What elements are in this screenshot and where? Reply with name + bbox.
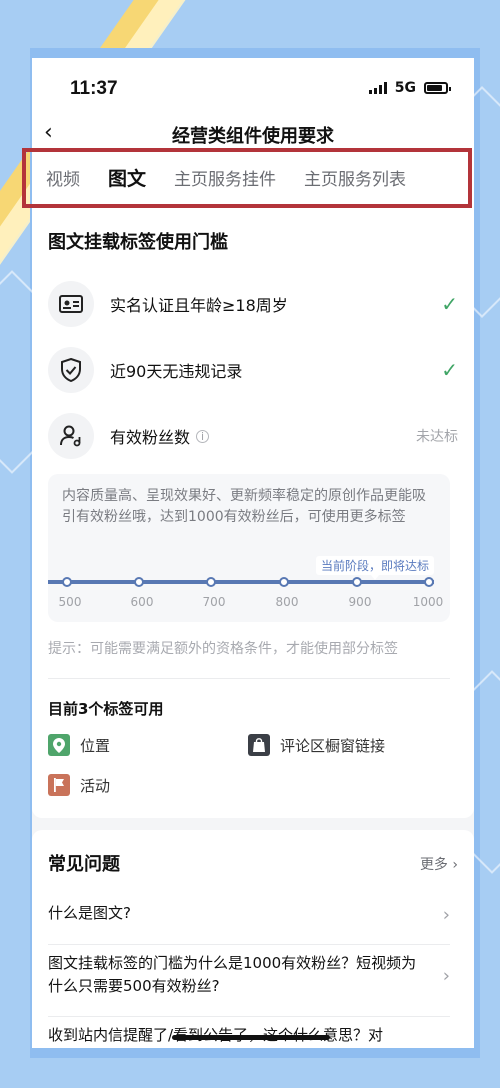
progress-dot — [279, 577, 289, 587]
progress-track — [48, 577, 434, 587]
nav-bar: ‹ 经营类组件使用要求 — [32, 118, 474, 150]
tag-comment-shop-link: 评论区橱窗链接 — [248, 734, 385, 756]
threshold-card: 图文挂载标签使用门槛 实名认证且年龄≥18周岁 ✓ 近90天无违规记录 ✓ 有效… — [32, 204, 474, 818]
signal-icon — [368, 82, 387, 94]
card-title: 图文挂载标签使用门槛 — [48, 232, 228, 253]
progress-dot — [206, 577, 216, 587]
tick-label: 500 — [58, 595, 82, 609]
info-icon[interactable]: i — [196, 429, 210, 443]
tick-label: 700 — [202, 595, 226, 609]
more-label: 更多 — [419, 857, 448, 873]
location-icon — [48, 734, 70, 756]
progress-dot — [352, 577, 362, 587]
faq-more-link[interactable]: 更多 › — [420, 854, 458, 874]
progress-dot — [62, 577, 72, 587]
requirement-label: 近90天无违规记录 — [110, 362, 243, 381]
tick-label: 600 — [130, 595, 154, 609]
status-not-met: 未达标 — [416, 429, 458, 445]
faq-item[interactable]: 图文挂载标签的门槛为什么是1000有效粉丝？短视频为什么只需要500有效粉丝? … — [48, 952, 450, 1000]
requirement-no-violation: 近90天无违规记录 ✓ — [48, 346, 458, 394]
fans-progress-panel: 内容质量高、呈现效果好、更新频率稳定的原创作品更能吸引有效粉丝哦，达到1000有… — [48, 474, 450, 622]
shield-check-icon — [48, 347, 94, 393]
flag-icon — [48, 774, 70, 796]
tick-label: 1000 — [412, 595, 444, 609]
divider — [48, 678, 450, 679]
chevron-right-icon: › — [442, 904, 450, 926]
faq-item[interactable]: 什么是图文? › — [48, 902, 450, 928]
progress-dot — [134, 577, 144, 587]
progress-dot — [424, 577, 434, 587]
status-bar: 11:37 5G — [32, 58, 474, 118]
divider — [48, 944, 450, 945]
stage-tooltip: 当前阶段，即将达标 — [315, 556, 434, 580]
chevron-right-icon: › — [442, 965, 450, 987]
progress-description: 内容质量高、呈现效果好、更新频率稳定的原创作品更能吸引有效粉丝哦，达到1000有… — [62, 488, 426, 525]
requirement-label: 有效粉丝数 — [110, 428, 191, 447]
tag-label: 位置 — [80, 736, 111, 755]
user-follow-icon — [48, 413, 94, 459]
shopping-bag-icon — [248, 734, 270, 756]
requirement-real-name: 实名认证且年龄≥18周岁 ✓ — [48, 280, 458, 328]
tag-location: 位置 — [48, 734, 110, 756]
tick-label: 900 — [348, 595, 372, 609]
battery-icon — [424, 82, 451, 94]
divider — [48, 1016, 450, 1017]
available-tags-title: 目前3个标签可用 — [48, 700, 164, 718]
faq-card: 常见问题 更多 › 什么是图文? › 图文挂载标签的门槛为什么是1000有效粉丝… — [32, 830, 474, 1048]
tag-activity: 活动 — [48, 774, 110, 796]
tag-label: 活动 — [80, 776, 111, 795]
requirement-fans: 有效粉丝数 i 未达标 — [48, 412, 458, 460]
faq-question: 什么是图文? — [48, 904, 131, 922]
faq-title: 常见问题 — [48, 854, 120, 875]
home-indicator — [172, 1035, 330, 1040]
check-icon: ✓ — [441, 358, 458, 382]
faq-question: 图文挂载标签的门槛为什么是1000有效粉丝？短视频为什么只需要500有效粉丝? — [48, 954, 417, 995]
highlight-box — [22, 148, 472, 208]
tag-label: 评论区橱窗链接 — [280, 736, 386, 755]
check-icon: ✓ — [441, 292, 458, 316]
id-card-icon — [48, 281, 94, 327]
requirement-label: 实名认证且年龄≥18周岁 — [110, 296, 288, 315]
status-time: 11:37 — [70, 78, 118, 99]
hint-text: 提示：可能需要满足额外的资格条件，才能使用部分标签 — [48, 641, 398, 657]
network-label: 5G — [394, 80, 416, 96]
tick-label: 800 — [275, 595, 299, 609]
page-title: 经营类组件使用要求 — [172, 126, 334, 147]
